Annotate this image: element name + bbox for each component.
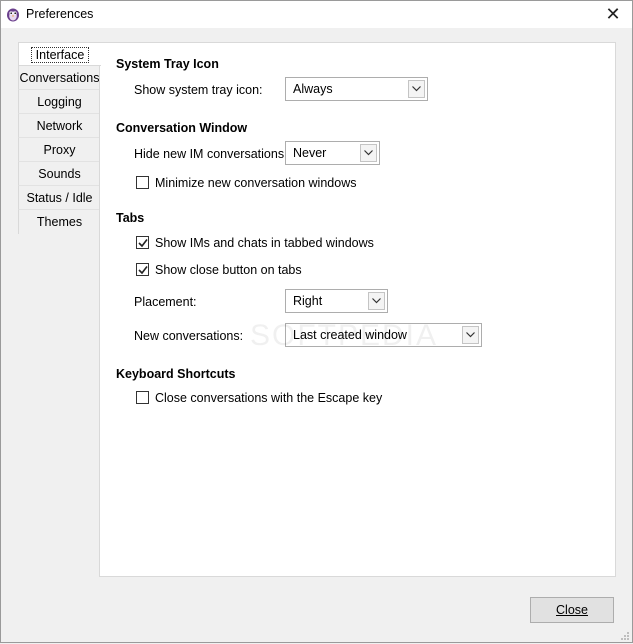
tab-label: Interface: [30, 47, 90, 63]
tab-conversations[interactable]: Conversations: [18, 66, 100, 90]
show-close-button-checkbox[interactable]: [136, 263, 149, 276]
tab-interface[interactable]: Interface: [18, 42, 101, 66]
tab-logging[interactable]: Logging: [18, 90, 100, 114]
preferences-window: Preferences ✕ Interface Conversations Lo…: [0, 0, 633, 643]
hide-new-im-value: Never: [293, 146, 327, 160]
interface-panel: System Tray Icon Show system tray icon: …: [99, 42, 616, 577]
keyboard-shortcuts-heading: Keyboard Shortcuts: [116, 367, 236, 381]
placement-label: Placement:: [134, 295, 197, 309]
tabs-heading: Tabs: [116, 211, 145, 225]
tab-themes[interactable]: Themes: [18, 210, 100, 234]
chevron-down-icon: [360, 144, 377, 162]
resize-grip-icon[interactable]: [620, 630, 630, 640]
show-close-button-label: Show close button on tabs: [155, 263, 302, 277]
window-title: Preferences: [26, 7, 94, 21]
tabbed-windows-label: Show IMs and chats in tabbed windows: [155, 236, 374, 250]
show-tray-icon-select[interactable]: Always: [285, 77, 428, 101]
new-conversations-select[interactable]: Last created window: [285, 323, 482, 347]
tabbed-windows-checkbox[interactable]: [136, 236, 149, 249]
new-conversations-value: Last created window: [293, 328, 407, 342]
escape-key-checkbox[interactable]: [136, 391, 149, 404]
new-conversations-label: New conversations:: [134, 329, 244, 343]
tab-network[interactable]: Network: [18, 114, 100, 138]
chevron-down-icon: [408, 80, 425, 98]
tab-sounds[interactable]: Sounds: [18, 162, 100, 186]
show-tray-icon-label: Show system tray icon:: [134, 83, 263, 97]
placement-select[interactable]: Right: [285, 289, 388, 313]
tab-status-idle[interactable]: Status / Idle: [18, 186, 100, 210]
conversation-window-heading: Conversation Window: [116, 121, 248, 135]
close-button-label: Close: [556, 603, 588, 617]
tab-proxy[interactable]: Proxy: [18, 138, 100, 162]
chevron-down-icon: [462, 326, 479, 344]
show-tray-icon-value: Always: [293, 82, 333, 96]
title-bar[interactable]: Preferences ✕: [1, 1, 632, 28]
chevron-down-icon: [368, 292, 385, 310]
placement-value: Right: [293, 294, 323, 308]
system-tray-heading: System Tray Icon: [116, 57, 219, 71]
hide-new-im-label: Hide new IM conversations:: [134, 147, 288, 161]
minimize-new-conv-label: Minimize new conversation windows: [155, 176, 357, 190]
escape-key-label: Close conversations with the Escape key: [155, 391, 383, 405]
window-close-icon[interactable]: ✕: [600, 3, 626, 25]
pidgin-app-icon: [6, 6, 20, 22]
category-tabs: Interface Conversations Logging Network …: [18, 42, 101, 234]
minimize-new-conv-checkbox[interactable]: [136, 176, 149, 189]
close-button[interactable]: Close: [530, 597, 614, 623]
hide-new-im-select[interactable]: Never: [285, 141, 380, 165]
